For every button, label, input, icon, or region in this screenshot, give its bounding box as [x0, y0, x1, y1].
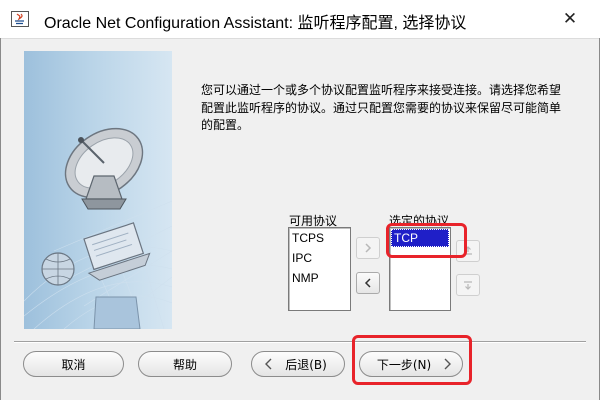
move-down-button[interactable] — [456, 274, 480, 296]
java-app-icon — [11, 11, 29, 27]
add-protocol-button[interactable] — [356, 237, 380, 259]
help-label: 帮助 — [172, 357, 197, 372]
window-title: Oracle Net Configuration Assistant: 监听程序… — [44, 15, 467, 32]
close-icon: ✕ — [562, 9, 578, 29]
list-item[interactable]: TCPS — [289, 228, 350, 248]
back-button[interactable]: 后退(B) — [251, 351, 345, 377]
description-text: 您可以通过一个或多个协议配置监听程序来接受连接。请选择您希望配置此监听程序的协议… — [201, 83, 562, 132]
selected-protocol-highlight — [386, 223, 467, 258]
chevron-left-icon — [364, 278, 371, 288]
wizard-illustration — [24, 51, 172, 329]
title-bar: Oracle Net Configuration Assistant: 监听程序… — [0, 0, 600, 39]
back-label: 后退(B) — [285, 357, 327, 372]
chevron-left-icon — [265, 358, 272, 370]
list-item[interactable]: IPC — [289, 248, 350, 268]
list-item[interactable]: NMP — [289, 268, 350, 288]
remove-protocol-button[interactable] — [356, 272, 380, 294]
close-button[interactable]: ✕ — [556, 6, 584, 32]
cancel-button[interactable]: 取消 — [23, 351, 124, 377]
move-down-icon — [464, 281, 472, 290]
next-button-highlight — [352, 335, 472, 385]
available-protocols-list[interactable]: TCPS IPC NMP — [288, 227, 351, 311]
chevron-right-icon — [365, 243, 372, 253]
separator — [14, 341, 586, 343]
help-button[interactable]: 帮助 — [138, 351, 232, 377]
cancel-label: 取消 — [61, 357, 86, 372]
satellite-dish-image — [24, 127, 172, 329]
window-border-left — [0, 38, 1, 400]
